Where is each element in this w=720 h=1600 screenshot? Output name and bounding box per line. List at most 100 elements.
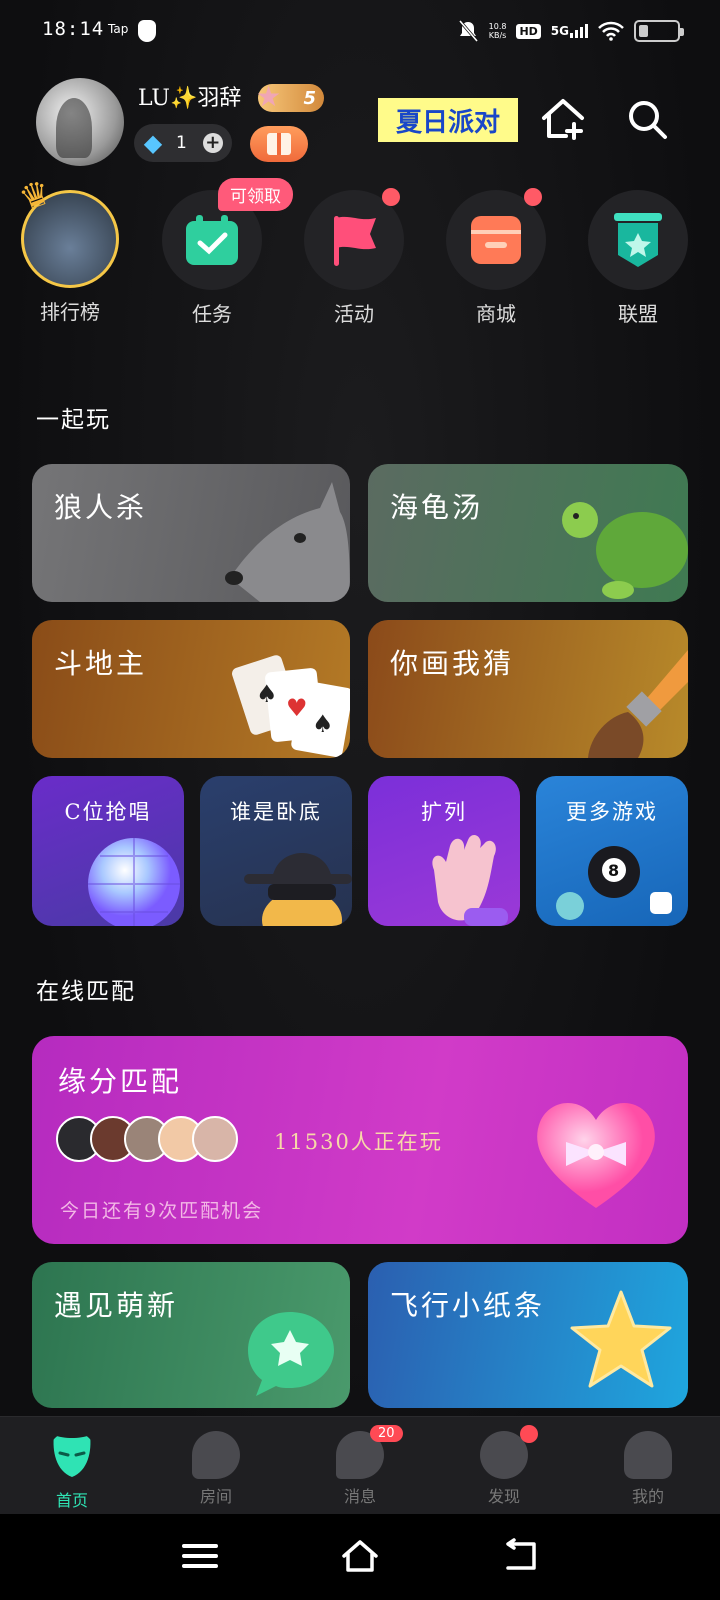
card-fate-match[interactable]: 缘分匹配 11530人正在玩 今日还有9次匹配机会 xyxy=(32,1036,688,1244)
card-title-undercover: 谁是卧底 xyxy=(230,800,322,824)
section-title-online: 在线匹配 xyxy=(36,979,136,1005)
quick-item-alliance[interactable]: 联盟 xyxy=(578,180,698,327)
quick-label-alliance: 联盟 xyxy=(618,302,658,326)
store-dot xyxy=(524,188,542,206)
disco-ball-icon xyxy=(88,838,180,926)
back-icon[interactable] xyxy=(500,1538,540,1574)
card-title-paper-plane: 飞行小纸条 xyxy=(390,1289,546,1322)
billiard-ball-icon: 8 xyxy=(556,846,672,920)
create-room-icon[interactable] xyxy=(540,96,586,142)
quick-item-ranking[interactable]: ♛ 排行榜 xyxy=(10,172,130,325)
tab-label-room: 房间 xyxy=(199,1487,232,1506)
card-meet-newbies[interactable]: 遇见萌新 xyxy=(32,1262,350,1408)
summer-party-banner[interactable]: 夏日派对 xyxy=(378,98,518,142)
quick-label-store: 商城 xyxy=(476,302,516,326)
star-icon xyxy=(570,1290,672,1388)
signal-icon xyxy=(570,24,588,38)
svg-text:♥: ♥ xyxy=(286,694,308,722)
home-nav-icon[interactable] xyxy=(340,1538,380,1574)
level-star-icon: ★ xyxy=(256,80,282,113)
spy-hat-icon xyxy=(244,853,352,926)
card-title-turtle-soup: 海龟汤 xyxy=(390,491,484,524)
card-expand[interactable]: 扩列 xyxy=(368,776,520,926)
waving-hand-icon xyxy=(432,834,508,926)
hd-badge: HD xyxy=(516,23,541,39)
svg-text:8: 8 xyxy=(608,861,619,880)
tab-profile[interactable]: 我的 xyxy=(576,1417,720,1514)
tab-messages[interactable]: 20 消息 xyxy=(288,1417,432,1514)
playing-cards-icon: ♠ ♥♠ xyxy=(232,655,350,758)
wolf-icon xyxy=(225,482,350,602)
quick-actions: ♛ 排行榜 任务 活动 商城 联盟 xyxy=(0,172,720,330)
card-title-expand: 扩列 xyxy=(421,800,467,824)
store-icon xyxy=(471,216,521,264)
bottom-tab-bar: 首页 房间 20 消息 发现 我的 xyxy=(0,1416,720,1514)
tab-label-messages: 消息 xyxy=(343,1487,376,1506)
tab-home[interactable]: 首页 xyxy=(0,1417,144,1514)
turtle-icon xyxy=(562,502,688,599)
card-c-sing[interactable]: C位抢唱 xyxy=(32,776,184,926)
remaining-chances: 今日还有9次匹配机会 xyxy=(60,1200,264,1222)
mask-icon xyxy=(53,1435,91,1477)
player-avatar xyxy=(192,1116,238,1162)
flag-icon xyxy=(334,216,376,266)
card-turtle-soup[interactable]: 海龟汤 xyxy=(368,464,688,602)
card-draw-guess[interactable]: 你画我猜 xyxy=(368,620,688,758)
add-diamond-icon[interactable]: + xyxy=(202,133,223,153)
alliance-shield-icon xyxy=(614,213,662,267)
claim-badge: 可领取 xyxy=(218,178,293,211)
paintbrush-icon xyxy=(588,650,688,758)
battery-icon xyxy=(634,20,684,42)
diamond-icon: ◆ xyxy=(143,129,163,157)
gift-button[interactable] xyxy=(250,126,308,162)
tab-label-profile: 我的 xyxy=(631,1487,664,1506)
quick-label-ranking: 排行榜 xyxy=(40,300,100,324)
card-landlord[interactable]: 斗地主 ♠ ♥ ♠ xyxy=(32,620,350,758)
card-title-more-games: 更多游戏 xyxy=(566,800,658,824)
tab-label-discover: 发现 xyxy=(487,1487,520,1506)
tab-room[interactable]: 房间 xyxy=(144,1417,288,1514)
quick-item-store[interactable]: 商城 xyxy=(436,180,556,327)
quick-label-task: 任务 xyxy=(192,302,232,326)
username: LU✨羽辞 xyxy=(138,86,242,111)
app-notification-icon xyxy=(138,20,156,42)
players-playing: 11530人正在玩 xyxy=(274,1130,443,1154)
star-chat-bubble-icon xyxy=(248,1312,334,1396)
card-undercover[interactable]: 谁是卧底 xyxy=(200,776,352,926)
task-calendar-icon xyxy=(186,215,238,265)
net-speed: 10.8 KB/s xyxy=(488,22,507,40)
card-more-games[interactable]: 更多游戏 8 xyxy=(536,776,688,926)
quick-label-activity: 活动 xyxy=(334,302,374,326)
status-bar: 18:14 Tap 10.8 KB/s HD 5G xyxy=(0,0,720,64)
diamond-count: 1 xyxy=(176,133,187,153)
tab-discover[interactable]: 发现 xyxy=(432,1417,576,1514)
card-title-landlord: 斗地主 xyxy=(54,647,148,680)
quick-item-activity[interactable]: 活动 xyxy=(294,180,414,327)
player-avatars xyxy=(56,1116,238,1162)
status-app-label: Tap xyxy=(108,22,129,36)
heart-gift-icon xyxy=(537,1102,655,1208)
room-icon xyxy=(192,1431,240,1479)
network-type: 5G xyxy=(551,24,588,38)
card-title-draw-guess: 你画我猜 xyxy=(390,647,515,680)
system-nav-bar xyxy=(0,1514,720,1600)
svg-text:♠: ♠ xyxy=(312,710,334,738)
user-avatar[interactable] xyxy=(36,78,124,166)
profile-icon xyxy=(624,1431,672,1479)
card-title-c-sing: C位抢唱 xyxy=(64,800,152,824)
message-count-badge: 20 xyxy=(370,1425,403,1442)
card-werewolf[interactable]: 狼人杀 xyxy=(32,464,350,602)
discover-dot xyxy=(520,1425,538,1443)
status-icons: 10.8 KB/s HD 5G xyxy=(457,16,684,46)
tab-label-home: 首页 xyxy=(55,1491,88,1510)
menu-icon[interactable] xyxy=(180,1538,220,1574)
card-paper-plane[interactable]: 飞行小纸条 xyxy=(368,1262,688,1408)
card-title-meet-newbies: 遇见萌新 xyxy=(54,1289,179,1322)
fate-match-title: 缘分匹配 xyxy=(58,1065,183,1098)
search-icon[interactable] xyxy=(626,98,668,140)
status-time: 18:14 xyxy=(42,18,105,40)
diamond-balance[interactable]: ◆ 1 + xyxy=(134,124,232,162)
mute-bell-icon xyxy=(458,20,478,42)
wifi-icon xyxy=(598,21,624,41)
section-title-play: 一起玩 xyxy=(36,407,111,433)
